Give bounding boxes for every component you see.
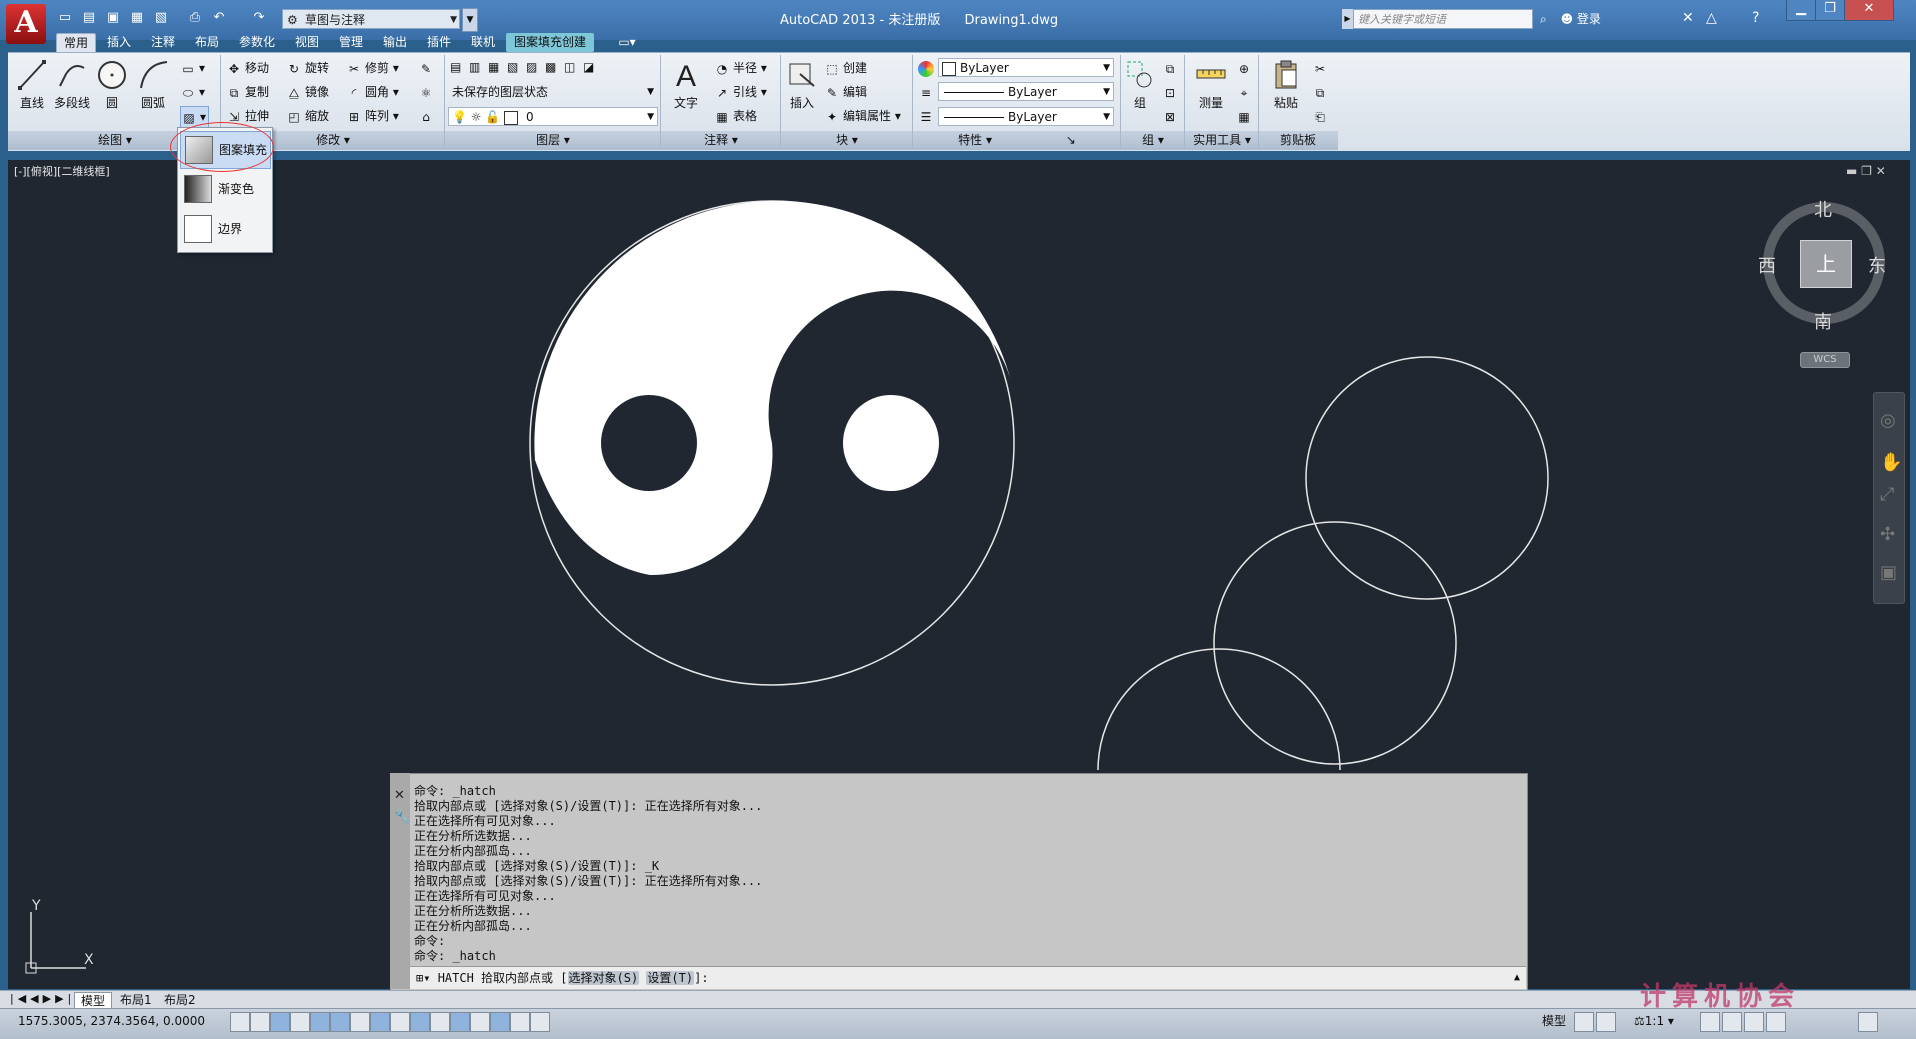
layout-tab-1[interactable]: 布局1 (116, 992, 156, 1008)
circle-bottom-left (1097, 648, 1341, 771)
zoom-extents-icon[interactable]: ⤢ (1880, 484, 1894, 505)
wrench-icon[interactable]: 🔧 (394, 810, 410, 825)
circle-middle (1213, 521, 1457, 765)
annotation-scale[interactable]: ⚖1:1 ▾ (1634, 1012, 1674, 1030)
quick-view-drawings-icon[interactable] (1596, 1012, 1616, 1032)
wcs-menu[interactable]: WCS (1800, 352, 1850, 368)
selection-filter-icon[interactable] (530, 1012, 550, 1032)
steering-wheel-icon[interactable]: ◎ (1880, 410, 1896, 431)
command-input[interactable]: ⊞▾ HATCH 拾取内部点或 [选择对象(S) 设置(T)]: ▲ (410, 966, 1526, 989)
menu-item-boundary[interactable]: 边界 (180, 211, 269, 247)
ucs-icon (25, 912, 86, 974)
viewcube-north[interactable]: 北 (1814, 196, 1832, 222)
3d-object-snap-icon[interactable] (350, 1012, 370, 1032)
command-icon: ⊞▾ (416, 971, 431, 985)
layout-tab-bar (0, 990, 1916, 1009)
object-snap-tracking-icon[interactable] (370, 1012, 390, 1032)
viewcube-west[interactable]: 西 (1758, 252, 1776, 278)
command-option-select-objects[interactable]: 选择对象(S) (567, 971, 640, 985)
annotation-monitor-icon[interactable] (510, 1012, 530, 1032)
command-history-toggle-icon[interactable]: ▲ (1514, 967, 1520, 989)
dynamic-input-icon[interactable] (410, 1012, 430, 1032)
quick-view-layouts-icon[interactable] (1574, 1012, 1594, 1032)
model-space-toggle[interactable]: 模型 (1542, 1012, 1566, 1030)
command-prompt-end: ]: (694, 971, 709, 985)
command-history: 命令: _hatch 拾取内部点或 [选择对象(S)/设置(T)]: 正在选择所… (414, 784, 763, 963)
white-hatch-region (534, 200, 1012, 576)
polar-tracking-icon[interactable] (310, 1012, 330, 1032)
lineweight-toggle-icon[interactable] (430, 1012, 450, 1032)
dark-eye (601, 395, 697, 491)
menu-item-gradient[interactable]: 渐变色 (180, 171, 269, 207)
showmotion-icon[interactable]: ▣ (1880, 562, 1897, 583)
workspace-switching-icon[interactable] (1700, 1012, 1720, 1032)
grid-display-icon[interactable] (270, 1012, 290, 1032)
hardware-acceleration-icon[interactable] (1744, 1012, 1764, 1032)
annotation-scale-icon: ⚖ (1634, 1014, 1645, 1028)
clean-screen-icon[interactable] (1858, 1012, 1878, 1032)
object-snap-icon[interactable] (330, 1012, 350, 1032)
dynamic-ucs-icon[interactable] (390, 1012, 410, 1032)
lock-ui-icon[interactable] (1722, 1012, 1742, 1032)
highlight-annotation-circle (170, 122, 274, 172)
infer-constraints-icon[interactable] (230, 1012, 250, 1032)
transparency-icon[interactable] (450, 1012, 470, 1032)
boundary-icon (184, 215, 212, 243)
white-eye (843, 395, 939, 491)
viewcube-south[interactable]: 南 (1814, 308, 1832, 334)
orbit-icon[interactable]: ✣ (1880, 524, 1895, 545)
quick-properties-icon[interactable] (470, 1012, 490, 1032)
close-command-icon[interactable]: ✕ (394, 788, 405, 803)
ucs-y-label: Y (32, 898, 41, 914)
layout-tab-2[interactable]: 布局2 (160, 992, 200, 1008)
viewcube-east[interactable]: 东 (1868, 252, 1886, 278)
pan-icon[interactable]: ✋ (1880, 452, 1902, 473)
ucs-x-label: X (84, 952, 94, 968)
command-window-grip[interactable] (390, 773, 410, 989)
gradient-icon (184, 175, 212, 203)
ortho-mode-icon[interactable] (290, 1012, 310, 1032)
viewcube-top-face[interactable]: 上 (1800, 240, 1852, 288)
coordinate-readout[interactable]: 1575.3005, 2374.3564, 0.0000 (18, 1014, 205, 1028)
selection-cycling-icon[interactable] (490, 1012, 510, 1032)
command-prompt: HATCH 拾取内部点或 [ (437, 971, 568, 985)
yin-yang-figure (529, 200, 1015, 686)
watermark-logo: 计算机协会 (1640, 982, 1801, 1012)
command-option-settings[interactable]: 设置(T) (646, 971, 695, 985)
isolate-objects-icon[interactable] (1766, 1012, 1786, 1032)
circle-top-right (1305, 356, 1549, 600)
snap-mode-icon[interactable] (250, 1012, 270, 1032)
layout-nav-arrows[interactable]: |◀◀▶▶| (10, 992, 75, 1005)
